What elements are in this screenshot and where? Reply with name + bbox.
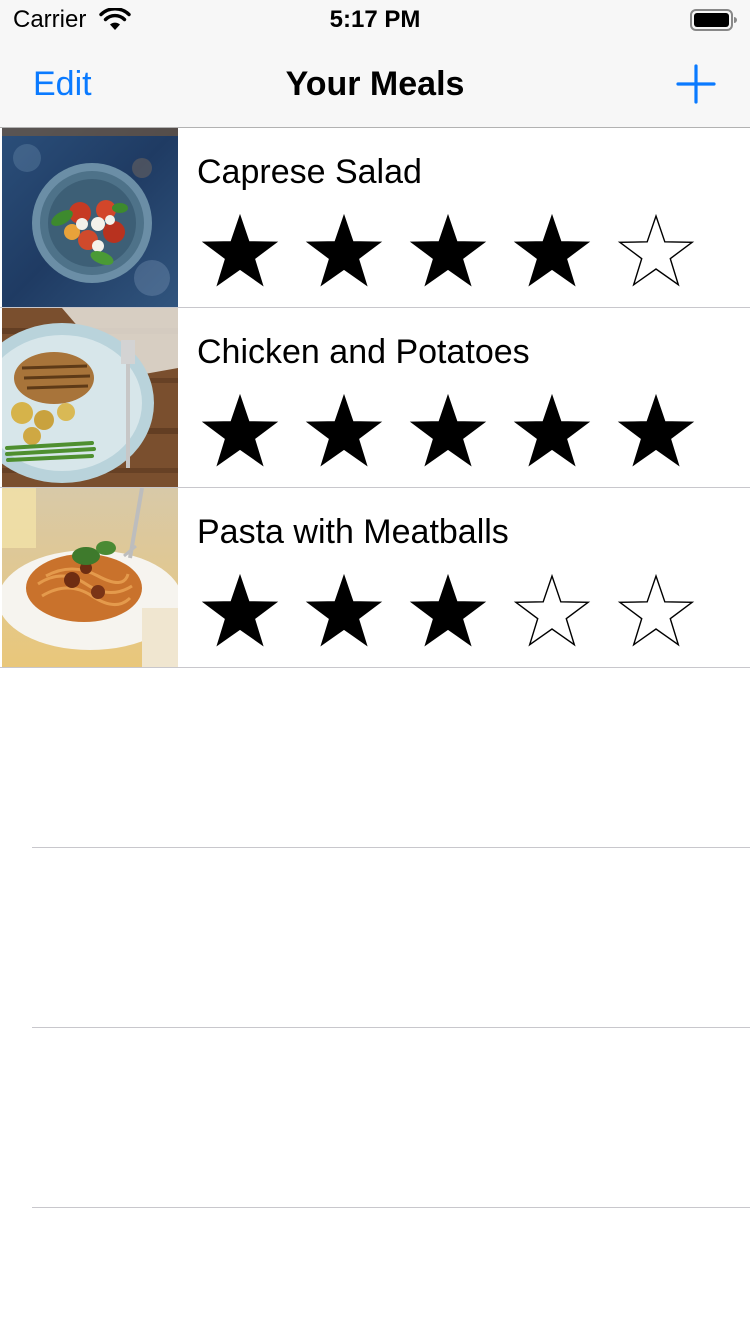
meal-row-caprese-salad[interactable]: Caprese Salad (0, 128, 750, 308)
empty-table-row (0, 848, 750, 1028)
filled-star-icon[interactable] (512, 212, 592, 292)
page-title: Your Meals (285, 65, 465, 103)
status-time: 5:17 PM (329, 6, 421, 33)
filled-star-icon[interactable] (304, 392, 384, 472)
rating-control[interactable] (200, 212, 700, 292)
navigation-bar: Edit Your Meals (0, 40, 750, 128)
filled-star-icon[interactable] (408, 392, 488, 472)
pasta-meatballs-photo (2, 488, 178, 667)
row-separator (32, 1207, 750, 1208)
meal-name: Chicken and Potatoes (197, 333, 530, 371)
filled-star-icon[interactable] (200, 572, 280, 652)
empty-star-icon[interactable] (616, 572, 696, 652)
filled-star-icon[interactable] (616, 392, 696, 472)
meal-name: Caprese Salad (197, 153, 422, 191)
rating-control[interactable] (200, 392, 700, 472)
plus-icon[interactable] (676, 64, 716, 104)
status-bar: Carrier 5:17 PM (0, 0, 750, 40)
meal-row-pasta-with-meatballs[interactable]: Pasta with Meatballs (0, 488, 750, 668)
filled-star-icon[interactable] (200, 212, 280, 292)
empty-star-icon[interactable] (512, 572, 592, 652)
empty-table-row (0, 1028, 750, 1208)
filled-star-icon[interactable] (512, 392, 592, 472)
meal-name: Pasta with Meatballs (197, 513, 509, 551)
chicken-potatoes-photo (2, 308, 178, 487)
filled-star-icon[interactable] (408, 212, 488, 292)
caprese-salad-photo (2, 128, 178, 307)
rating-control[interactable] (200, 572, 700, 652)
meal-row-chicken-and-potatoes[interactable]: Chicken and Potatoes (0, 308, 750, 488)
filled-star-icon[interactable] (408, 572, 488, 652)
empty-star-icon[interactable] (616, 212, 696, 292)
filled-star-icon[interactable] (304, 212, 384, 292)
battery-icon (690, 9, 737, 31)
meal-table: Caprese Salad Chicken and Potatoes Pasta… (0, 128, 750, 1208)
filled-star-icon[interactable] (200, 392, 280, 472)
empty-table-row (0, 668, 750, 848)
filled-star-icon[interactable] (304, 572, 384, 652)
